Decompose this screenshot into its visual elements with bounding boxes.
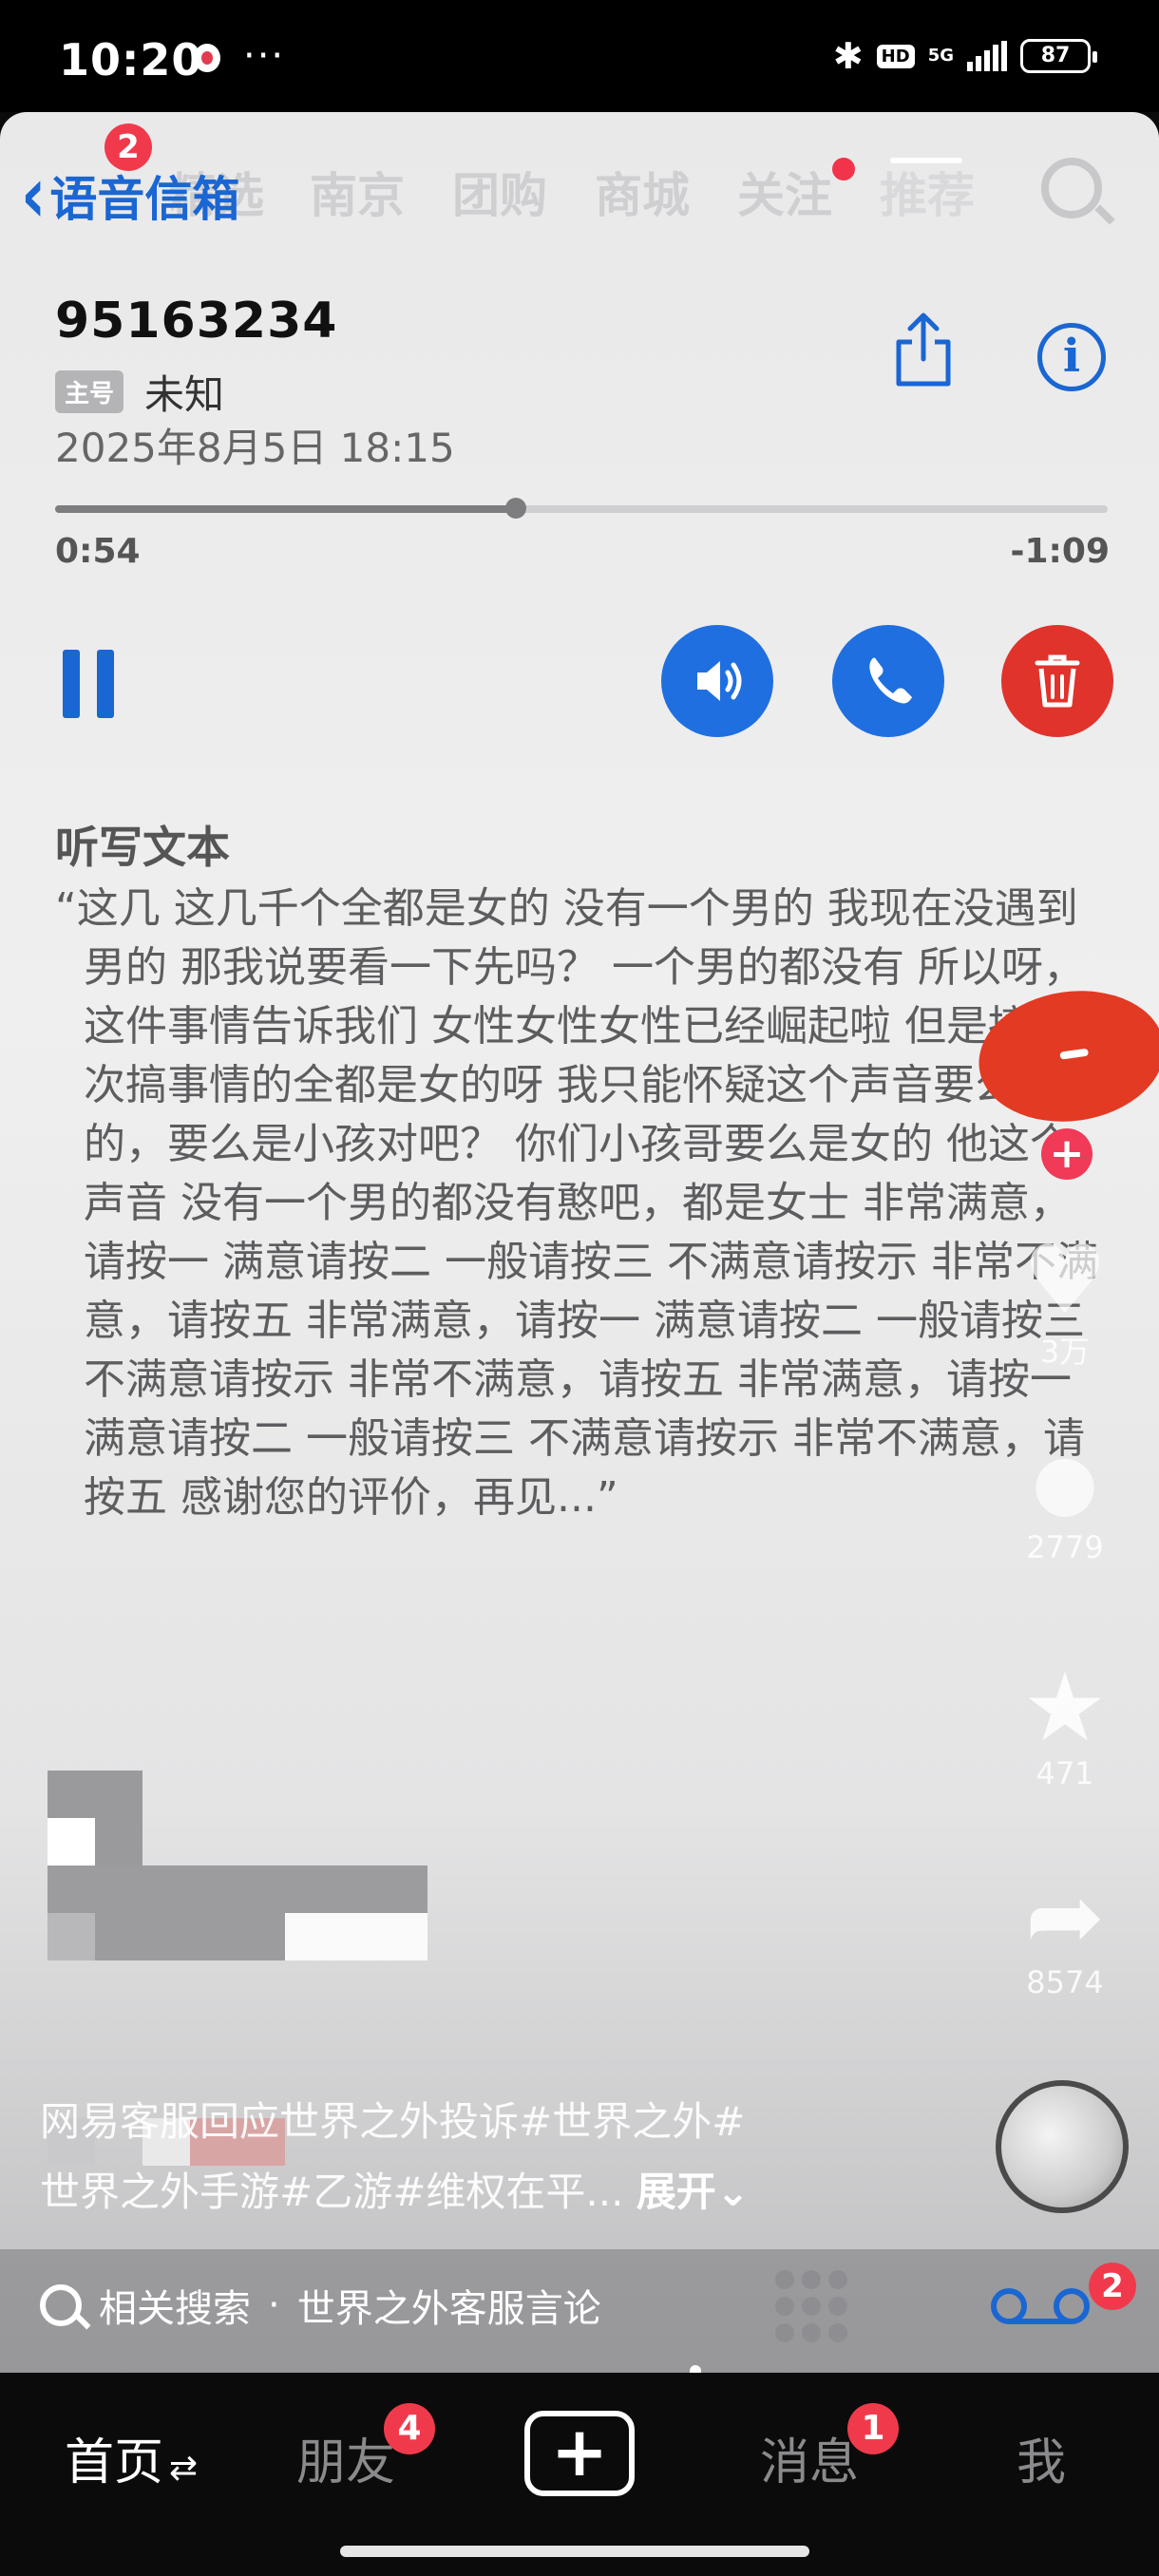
bg-tab: 团购 xyxy=(452,168,547,223)
home-indicator xyxy=(340,2546,809,2557)
expand-caption-button[interactable]: 展开⌄ xyxy=(636,2169,750,2215)
transcript-text: “这几 这几千个全都是女的 没有一个男的 我现在没遇到男的 那我说要看一下先吗？… xyxy=(55,884,1100,1522)
playback-slider[interactable] xyxy=(55,498,1108,519)
tab-messages-label: 消息 xyxy=(760,2434,860,2491)
remaining-time: -1:09 xyxy=(1010,532,1110,571)
battery-icon: 87 xyxy=(1020,39,1097,73)
signal-icon xyxy=(967,41,1007,71)
status-bar: 10:20 ··· ✱ HD 5G 87 xyxy=(0,0,1159,112)
related-query: 世界之外客服言论 xyxy=(296,2287,601,2331)
comment-icon: ● xyxy=(1032,1437,1098,1525)
tab-me[interactable]: 我 xyxy=(1016,2422,1066,2493)
like-button[interactable]: ♥ 3万 xyxy=(1013,1233,1117,1372)
search-icon xyxy=(1041,158,1102,218)
playback-knob[interactable] xyxy=(505,498,527,519)
favorite-button[interactable]: ★ 471 xyxy=(1013,1652,1117,1792)
favorite-count: 471 xyxy=(1036,1755,1094,1791)
hd-voice-icon: HD xyxy=(876,44,915,68)
swap-icon: ⇄ xyxy=(169,2449,199,2488)
network-type: 5G xyxy=(927,46,954,66)
voicemail-icon xyxy=(991,2288,1090,2324)
more-notifications-icon: ··· xyxy=(243,34,286,78)
related-prefix: 相关搜索 xyxy=(99,2287,251,2331)
delete-button[interactable] xyxy=(1001,625,1113,737)
caption-line-2: 世界之外手游#乙游#维权在平... xyxy=(40,2169,624,2215)
status-time: 10:20 xyxy=(59,34,203,85)
comment-count: 2779 xyxy=(1026,1529,1104,1565)
call-back-button[interactable] xyxy=(832,625,944,737)
tab-friends-label: 朋友 xyxy=(296,2434,396,2491)
messages-badge: 1 xyxy=(847,2403,899,2454)
voicemail-card: 精选 南京 团购 商城 关注 推荐 ‹ 语音信箱 2 95163234 主号 未… xyxy=(0,112,1159,2373)
keypad-icon xyxy=(775,2270,847,2342)
phone-icon xyxy=(869,657,912,704)
redacted-block xyxy=(285,1913,428,1960)
friends-badge: 4 xyxy=(384,2403,435,2454)
related-search-link[interactable]: 相关搜索 · 世界之外客服言论 xyxy=(40,2278,601,2333)
tab-underline xyxy=(890,158,962,163)
chevron-left-icon: ‹ xyxy=(21,149,47,242)
elapsed-time: 0:54 xyxy=(55,532,141,571)
caller-number: 95163234 xyxy=(55,293,338,350)
tab-home[interactable]: 首页 ⇄ xyxy=(65,2422,198,2493)
voicemail-datetime: 2025年8月5日 18:15 xyxy=(55,425,455,471)
app-notification-icon xyxy=(194,44,220,72)
transcript-title: 听写文本 xyxy=(55,822,230,873)
follow-plus-button[interactable]: + xyxy=(1041,1128,1092,1180)
video-caption: 网易客服回应世界之外投诉#世界之外# xyxy=(40,2088,838,2156)
pause-button[interactable] xyxy=(61,650,116,718)
status-icons: ✱ HD 5G 87 xyxy=(832,35,1097,77)
redacted-block xyxy=(48,1913,95,1960)
voicemail-tab-badge: 2 xyxy=(1089,2263,1136,2310)
redacted-block xyxy=(48,1818,95,1866)
related-separator: · xyxy=(268,2283,280,2327)
bg-tab: 推荐 xyxy=(880,168,975,223)
tab-messages[interactable]: 消息 xyxy=(760,2422,859,2493)
create-post-button[interactable]: + xyxy=(524,2411,635,2496)
back-button[interactable]: ‹ 语音信箱 xyxy=(21,156,240,235)
speaker-icon xyxy=(697,661,742,701)
page-indicator xyxy=(690,2365,701,2373)
trash-icon xyxy=(1035,654,1080,708)
expand-label: 展开 xyxy=(636,2169,716,2215)
heart-icon: ♥ xyxy=(1022,1224,1108,1335)
phone-screen: 10:20 ··· ✱ HD 5G 87 精选 南京 团购 商城 关注 推荐 ‹… xyxy=(0,0,1159,2576)
tab-friends[interactable]: 朋友 xyxy=(296,2422,395,2493)
caller-info: 主号 未知 xyxy=(55,363,224,421)
like-count: 3万 xyxy=(1039,1334,1091,1370)
caller-label: 未知 xyxy=(144,371,225,418)
line-tag: 主号 xyxy=(55,370,124,413)
music-disc[interactable] xyxy=(996,2080,1129,2213)
back-label: 语音信箱 xyxy=(49,172,240,227)
comment-button[interactable]: ● 2779 xyxy=(1013,1434,1117,1565)
star-icon: ★ xyxy=(1022,1652,1108,1763)
voicemail-count-badge: 2 xyxy=(104,123,152,171)
playback-progress xyxy=(55,505,517,513)
plus-icon: + xyxy=(550,2412,609,2491)
tab-me-label: 我 xyxy=(1016,2434,1067,2491)
info-icon[interactable]: i xyxy=(1037,323,1106,391)
bg-tab: 南京 xyxy=(310,168,405,223)
bluetooth-icon: ✱ xyxy=(832,35,864,77)
tab-home-label: 首页 xyxy=(65,2434,164,2491)
share-count: 8574 xyxy=(1026,1964,1104,2000)
bg-tab: 商城 xyxy=(595,168,690,223)
share-icon[interactable] xyxy=(893,312,954,388)
new-dot xyxy=(832,158,855,180)
caption-line-1: 网易客服回应世界之外投诉#世界之外# xyxy=(40,2098,746,2145)
video-caption-line-2: 世界之外手游#乙游#维权在平... 展开⌄ xyxy=(40,2158,838,2226)
share-arrow-icon: ➦ xyxy=(1025,1861,1105,1972)
speaker-button[interactable] xyxy=(661,625,773,737)
search-icon xyxy=(40,2284,82,2326)
bg-tab: 关注 xyxy=(737,168,832,223)
share-video-button[interactable]: ➦ 8574 xyxy=(1013,1861,1117,2001)
